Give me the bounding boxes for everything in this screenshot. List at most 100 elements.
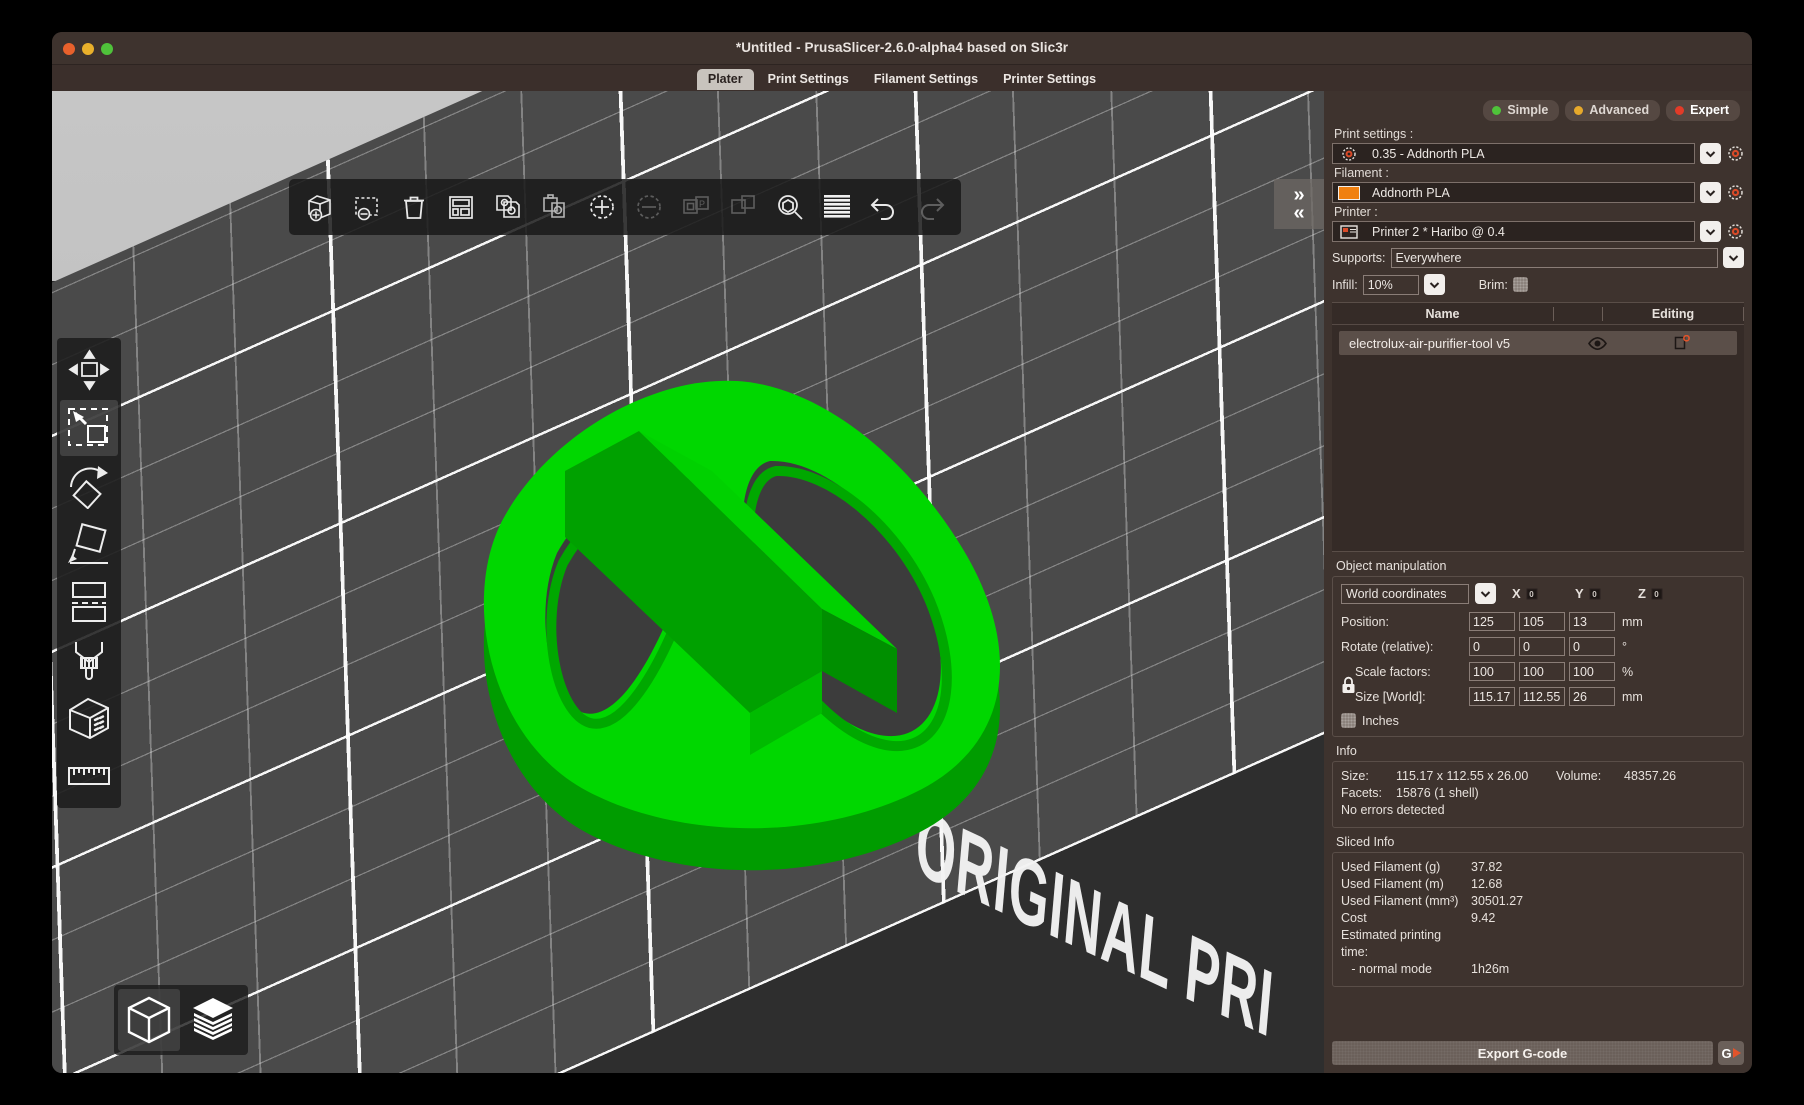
supports-label: Supports: [1332,250,1386,265]
rotate-unit: ° [1622,639,1627,654]
infill-dropdown-chevron-down-icon[interactable] [1423,274,1445,295]
cut-icon[interactable] [60,574,118,630]
3d-viewport[interactable]: ORIGINAL PRI P » « [52,91,1324,1073]
remove-instance-icon[interactable] [626,182,671,232]
split-parts-icon[interactable] [720,182,765,232]
scale-z-input[interactable]: 100 [1569,662,1615,681]
window-title: *Untitled - PrusaSlicer-2.6.0-alpha4 bas… [735,40,1069,55]
sliced-key-filament-m: Used Filament (m) [1341,877,1444,891]
undo-icon[interactable] [861,182,906,232]
gcode-button-label: G [1721,1045,1732,1061]
left-toolbar [57,338,121,808]
coordinate-system-combo[interactable]: World coordinates [1341,583,1469,604]
print-settings-gear-icon[interactable] [1726,143,1744,164]
measure-icon[interactable] [60,748,118,804]
print-settings-combo[interactable]: 0.35 - Addnorth PLA [1332,143,1695,164]
mode-expert-button[interactable]: Expert [1666,100,1740,121]
axis-z-header: Z 0 [1638,586,1664,601]
scale-x-input[interactable]: 100 [1469,662,1515,681]
supports-combo[interactable]: Everywhere [1390,247,1718,268]
coordinate-system-value: World coordinates [1346,586,1447,601]
right-sidebar: Simple Advanced Expert Print settings : [1324,91,1752,1073]
preview-view-icon[interactable] [182,989,244,1051]
coordinate-system-chevron-down-icon[interactable] [1475,583,1496,604]
info-size-row: Size: 115.17 x 112.55 x 26.00 Volume: 48… [1341,768,1735,785]
tab-printer-settings[interactable]: Printer Settings [992,69,1107,90]
brim-checkbox[interactable] [1512,277,1528,292]
infill-combo[interactable]: 10% [1362,274,1419,295]
printer-dropdown-chevron-down-icon[interactable] [1700,221,1721,242]
delete-all-icon[interactable] [391,182,436,232]
filament-combo[interactable]: Addnorth PLA [1332,182,1695,203]
position-z-input[interactable]: 13 [1569,612,1615,631]
print-settings-value: 0.35 - Addnorth PLA [1372,146,1485,161]
size-y-input[interactable]: 112.55 [1519,687,1565,706]
print-settings-dropdown-chevron-down-icon[interactable] [1700,143,1721,164]
place-on-face-icon[interactable] [60,516,118,572]
infill-value: 10% [1367,277,1393,292]
send-gcode-button[interactable]: G [1718,1041,1744,1065]
filament-gear-icon[interactable] [1726,182,1744,203]
scale-y-input[interactable]: 100 [1519,662,1565,681]
rotate-x-input[interactable]: 0 [1469,637,1515,656]
scale-icon[interactable] [60,400,118,456]
printer-gear-icon[interactable] [1726,221,1744,242]
copy-icon[interactable] [485,182,530,232]
tab-plater[interactable]: Plater [696,69,754,90]
tab-filament-settings[interactable]: Filament Settings [863,69,989,90]
mode-simple-button[interactable]: Simple [1483,100,1560,121]
size-unit: mm [1622,689,1643,704]
reset-z-icon[interactable]: 0 [1650,587,1664,601]
eye-icon[interactable] [1567,336,1627,350]
uniform-scale-lock-icon[interactable] [1341,676,1356,697]
paint-support-icon[interactable] [60,632,118,688]
sliced-key-filament-g: Used Filament (g) [1341,860,1441,874]
svg-text:P: P [699,199,705,209]
size-z-input[interactable]: 26 [1569,687,1615,706]
info-errors-value: No errors detected [1341,803,1445,817]
editing-icon[interactable] [1627,335,1737,351]
filament-dropdown-chevron-down-icon[interactable] [1700,182,1721,203]
add-instance-icon[interactable] [579,182,624,232]
position-row: Position: 125 105 13 mm [1341,610,1735,633]
layers-icon[interactable] [814,182,859,232]
table-row[interactable]: electrolux-air-purifier-tool v5 [1339,331,1737,355]
size-label: Size [World]: [1355,689,1426,704]
delete-icon[interactable] [344,182,389,232]
reset-y-icon[interactable]: 0 [1588,587,1602,601]
rotate-y-input[interactable]: 0 [1519,637,1565,656]
filament-row: Addnorth PLA [1332,182,1744,203]
search-icon[interactable] [767,182,812,232]
reset-x-icon[interactable]: 0 [1525,587,1539,601]
position-y-input[interactable]: 105 [1519,612,1565,631]
coordinate-system-row: World coordinates X 0 Y 0 Z 0 [1341,583,1735,604]
add-icon[interactable] [297,182,342,232]
collapse-sidebar-icon[interactable]: » « [1274,179,1324,229]
title-bar: *Untitled - PrusaSlicer-2.6.0-alpha4 bas… [52,32,1752,65]
paste-icon[interactable] [532,182,577,232]
sliced-row-normal-mode: - normal mode 1h26m [1341,961,1735,978]
export-gcode-button[interactable]: Export G-code [1332,1041,1713,1065]
printer-combo[interactable]: Printer 2 * Haribo @ 0.4 [1332,221,1695,242]
seam-icon[interactable] [60,690,118,746]
sliced-key-cost: Cost [1341,911,1367,925]
printer-label: Printer : [1334,205,1378,219]
object-manipulation-panel: World coordinates X 0 Y 0 Z 0 Position: … [1332,576,1744,737]
split-objects-icon[interactable]: P [673,182,718,232]
redo-icon[interactable] [908,182,953,232]
axis-y-label: Y [1575,586,1584,601]
tab-print-settings[interactable]: Print Settings [757,69,860,90]
inches-checkbox[interactable] [1341,713,1356,728]
size-x-input[interactable]: 115.17 [1469,687,1515,706]
mode-advanced-button[interactable]: Advanced [1565,100,1661,121]
axis-y-header: Y 0 [1575,586,1638,601]
supports-dropdown-chevron-down-icon[interactable] [1723,247,1744,268]
arrange-icon[interactable] [438,182,483,232]
move-icon[interactable] [60,342,118,398]
rotate-icon[interactable] [60,458,118,514]
position-x-input[interactable]: 125 [1469,612,1515,631]
rotate-z-input[interactable]: 0 [1569,637,1615,656]
sliced-info-title: Sliced Info [1336,835,1395,849]
info-volume-label: Volume: [1556,769,1602,783]
editor-view-icon[interactable] [118,989,180,1051]
